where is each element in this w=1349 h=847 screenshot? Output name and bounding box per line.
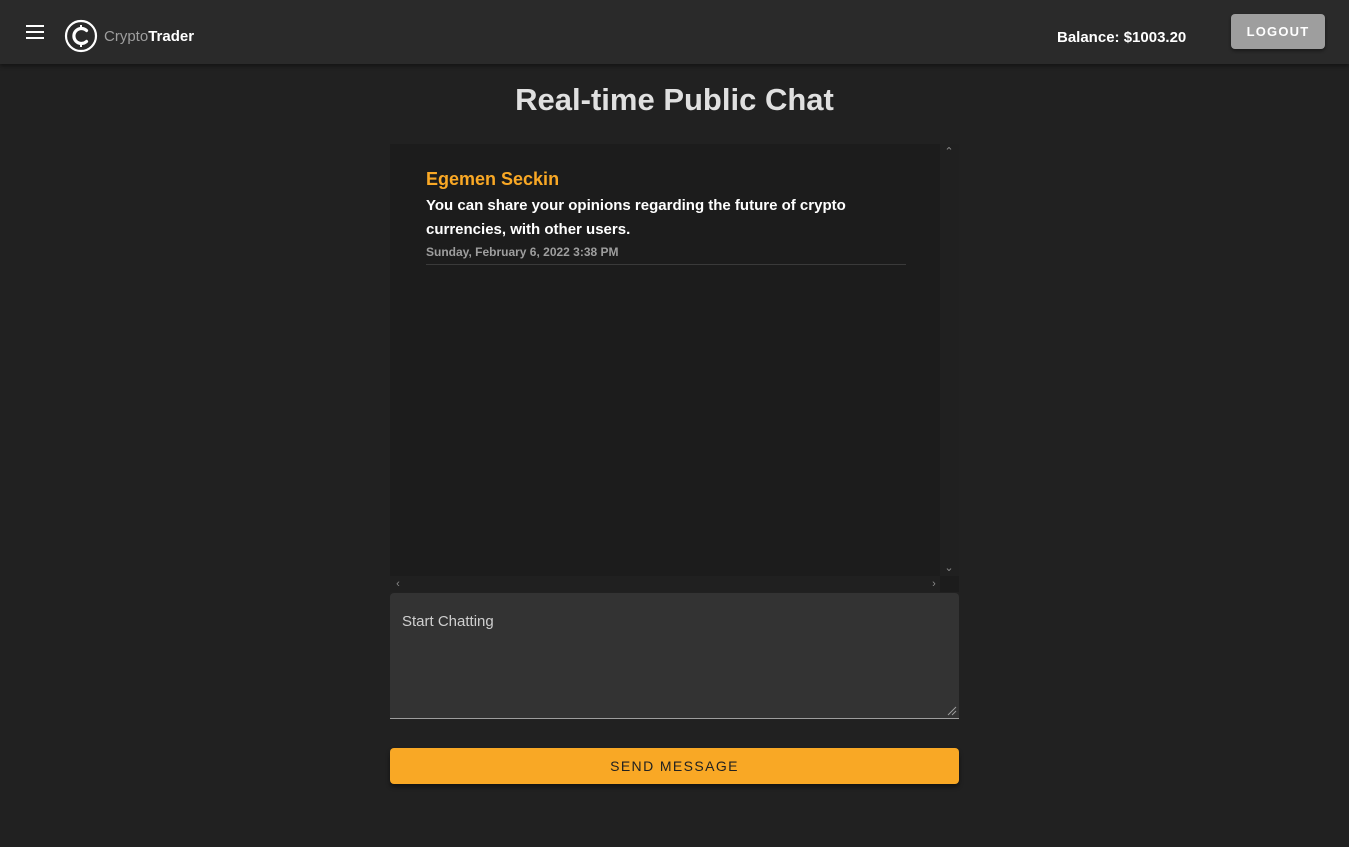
- chat-scroll-area[interactable]: Egemen Seckin You can share your opinion…: [390, 144, 940, 576]
- app-bar: CryptoTrader Balance: $1003.20 LOGOUT: [0, 0, 1349, 64]
- resize-handle-icon[interactable]: [945, 704, 957, 716]
- hamburger-menu-icon[interactable]: [24, 20, 48, 44]
- coin-c-icon: [64, 19, 98, 53]
- logout-button[interactable]: LOGOUT: [1231, 14, 1325, 49]
- message-author: Egemen Seckin: [426, 169, 560, 189]
- chat-messages-panel: Egemen Seckin You can share your opinion…: [390, 144, 959, 592]
- vertical-scrollbar[interactable]: ⌃ ⌄: [940, 144, 959, 576]
- scroll-right-icon[interactable]: ›: [928, 578, 940, 590]
- horizontal-scrollbar[interactable]: ‹ ›: [390, 576, 940, 592]
- scroll-down-icon[interactable]: ⌄: [943, 562, 955, 574]
- brand-name-part2: Trader: [148, 27, 195, 45]
- scroll-up-icon[interactable]: ⌃: [943, 146, 955, 158]
- chat-message: Egemen Seckin You can share your opinion…: [426, 168, 906, 265]
- scroll-left-icon[interactable]: ‹: [392, 578, 404, 590]
- chat-input-container: [390, 593, 959, 719]
- page-title: Real-time Public Chat: [515, 82, 834, 117]
- brand-name-part1: Crypto: [104, 27, 149, 45]
- send-message-button[interactable]: SEND MESSAGE: [390, 748, 959, 784]
- balance-display: Balance: $1003.20: [1057, 29, 1187, 46]
- chat-message-input[interactable]: [390, 593, 959, 718]
- app-logo[interactable]: CryptoTrader: [64, 19, 194, 53]
- brand-name: CryptoTrader: [104, 28, 194, 45]
- message-text: You can share your opinions regarding th…: [426, 197, 846, 238]
- message-timestamp: Sunday, February 6, 2022 3:38 PM: [426, 245, 619, 259]
